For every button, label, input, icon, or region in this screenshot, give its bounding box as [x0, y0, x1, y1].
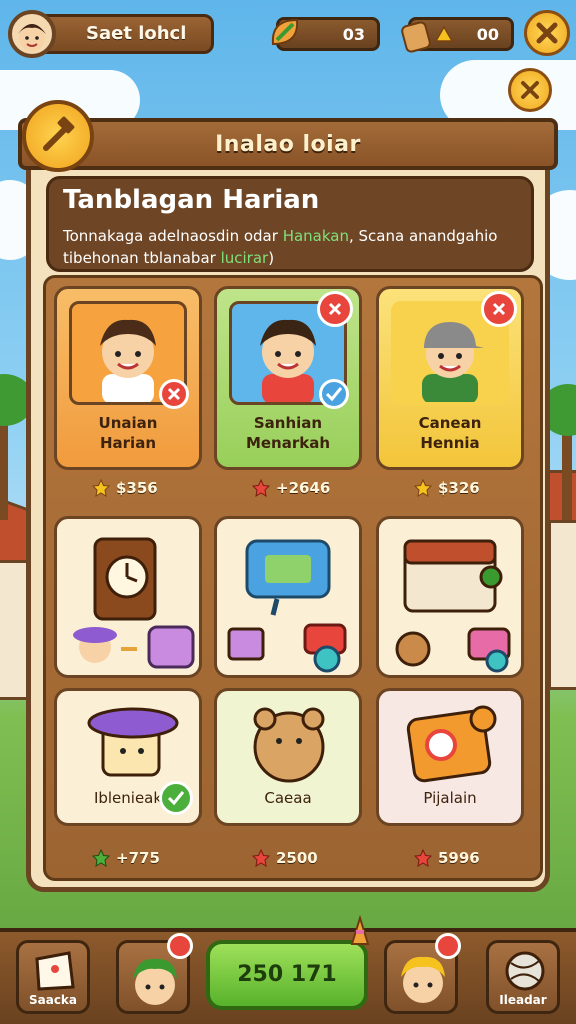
settings-label: Ileadar	[499, 993, 547, 1007]
price-value: +775	[116, 849, 160, 867]
item-label: Caeaa	[264, 789, 312, 807]
quest-desc-text: )	[268, 249, 275, 267]
star-icon	[252, 479, 270, 497]
currency-counter-1[interactable]: 03	[271, 17, 380, 51]
notification-badge	[167, 933, 193, 959]
check-badge	[159, 781, 193, 815]
quest-description: Tonnakaga adelnaosdin odar Hanakan, Scan…	[63, 225, 523, 269]
character-name: Sanhian Menarkah	[217, 413, 359, 453]
character-card-1[interactable]: Unaian Harian	[54, 286, 202, 470]
cross-icon	[521, 81, 539, 99]
quest-desc-highlight: lucirar	[220, 249, 269, 267]
remove-badge[interactable]	[481, 291, 517, 327]
check-icon	[325, 387, 343, 402]
character-name-line: Hennia	[420, 434, 480, 452]
price-value: +2646	[276, 479, 331, 497]
gift-item-illustration	[406, 705, 497, 783]
star-icon	[414, 849, 432, 867]
star-icon	[92, 849, 110, 867]
close-icon	[492, 302, 506, 316]
star-icon	[252, 849, 270, 867]
shop-bag-icon	[35, 951, 75, 991]
item-label: Pijalain	[423, 789, 477, 807]
play-button-value: 250 171	[237, 962, 337, 987]
item-card-3[interactable]: Pijalain	[376, 688, 524, 826]
close-icon	[328, 302, 342, 316]
item-price-2: 2500	[252, 846, 318, 870]
item-card-1[interactable]: Iblenieak	[54, 688, 202, 826]
hammer-badge[interactable]	[22, 100, 94, 172]
hammer-icon	[43, 116, 75, 151]
friend-button[interactable]	[116, 933, 193, 1014]
quest-desc-highlight: Hanakan	[282, 227, 349, 245]
character-card-3[interactable]: Canean Hennia	[376, 286, 524, 470]
character-name-line: Unaian	[98, 414, 158, 432]
remove-badge[interactable]	[317, 291, 353, 327]
character-name: Canean Hennia	[379, 413, 521, 453]
star-icon	[92, 479, 110, 497]
character-name-line: Sanhian	[253, 414, 323, 432]
player-name: Saet lohcl	[86, 23, 187, 44]
remove-badge[interactable]	[159, 379, 189, 409]
bottom-bar: Saacka 250 171 Ileadar	[0, 914, 576, 1024]
pencil-icon	[350, 914, 370, 945]
notification-badge	[435, 933, 461, 959]
avatar[interactable]	[8, 10, 56, 58]
panel-header: Inalao loiar	[18, 118, 558, 170]
close-icon	[536, 22, 558, 44]
play-button[interactable]: 250 171	[206, 940, 368, 1010]
shop-button[interactable]: Saacka	[16, 940, 90, 1014]
currency-2-value: 00	[476, 25, 499, 44]
character-name-line: Canean	[418, 414, 482, 432]
bear-item-illustration	[253, 707, 325, 783]
item-price-1: +775	[92, 846, 160, 870]
quest-desc-text: Tonnakaga adelnaosdin odar	[63, 227, 283, 245]
character-name-line: Harian	[99, 434, 156, 452]
secondary-close-button[interactable]	[508, 68, 552, 112]
price-value: 5996	[438, 849, 480, 867]
ball-icon	[505, 951, 545, 991]
leaf-icon	[271, 18, 299, 46]
bag-icon	[401, 21, 431, 53]
item-price-3: 5996	[414, 846, 480, 870]
panel-header-title: Inalao loiar	[215, 132, 361, 157]
character-price-2: +2646	[252, 476, 330, 500]
clock-item-illustration	[73, 537, 195, 669]
item-card-camera[interactable]	[214, 516, 362, 678]
character-price-3: $326	[414, 476, 480, 500]
check-badge	[319, 379, 349, 409]
price-value: $356	[116, 479, 158, 497]
star-icon	[414, 479, 432, 497]
settings-button[interactable]: Ileadar	[486, 940, 560, 1014]
daily-quest-box: Tanblagan Harian Tonnakaga adelnaosdin o…	[46, 176, 534, 272]
box-item-illustration	[395, 539, 511, 673]
shop-label: Saacka	[28, 993, 78, 1007]
currency-counter-2[interactable]: 00	[401, 17, 514, 53]
item-card-box[interactable]	[376, 516, 524, 678]
character-card-2[interactable]: Sanhian Menarkah	[214, 286, 362, 470]
warning-icon	[435, 26, 453, 42]
currency-1-value: 03	[342, 25, 365, 44]
character-price-1: $356	[92, 476, 158, 500]
price-value: $326	[438, 479, 480, 497]
quest-title: Tanblagan Harian	[63, 185, 320, 215]
item-card-clock[interactable]	[54, 516, 202, 678]
check-icon	[167, 791, 185, 806]
top-bar: Saet lohcl 03 00	[0, 0, 576, 70]
close-button[interactable]	[524, 10, 570, 56]
player-profile[interactable]: Saet lohcl	[8, 10, 214, 58]
character-name-line: Menarkah	[245, 434, 331, 452]
friend-button-2[interactable]	[384, 933, 461, 1014]
item-card-2[interactable]: Caeaa	[214, 688, 362, 826]
close-icon	[167, 387, 181, 401]
character-name: Unaian Harian	[57, 413, 199, 453]
camera-item-illustration	[227, 539, 347, 673]
hat-item-illustration	[87, 707, 179, 777]
price-value: 2500	[276, 849, 318, 867]
